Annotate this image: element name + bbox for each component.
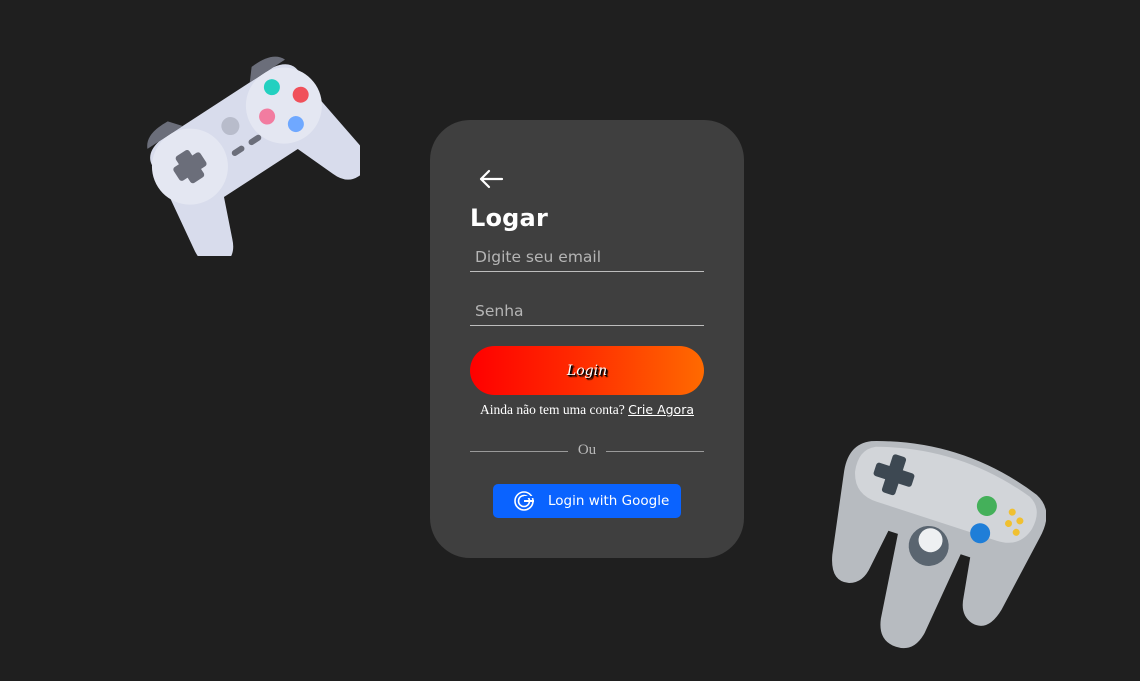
google-icon xyxy=(514,491,534,511)
gamepad-icon xyxy=(147,56,360,256)
or-divider: Ou xyxy=(470,442,704,460)
signup-link[interactable]: Crie Agora xyxy=(628,402,694,417)
signup-prompt-text: Ainda não tem uma conta? xyxy=(479,402,625,417)
n64-controller-icon xyxy=(832,441,1046,649)
divider-line-right xyxy=(606,451,704,452)
google-login-button[interactable]: Login with Google xyxy=(493,484,681,518)
login-card: Logar Login Ainda não tem uma conta? Cri… xyxy=(430,120,744,558)
arrow-left-icon[interactable] xyxy=(478,168,504,190)
email-field[interactable] xyxy=(470,242,704,272)
signup-prompt-row: Ainda não tem uma conta? Crie Agora xyxy=(430,402,744,418)
password-field[interactable] xyxy=(470,296,704,326)
google-button-label: Login with Google xyxy=(548,493,670,509)
login-button[interactable]: Login xyxy=(470,346,704,395)
page-title: Logar xyxy=(470,204,548,232)
